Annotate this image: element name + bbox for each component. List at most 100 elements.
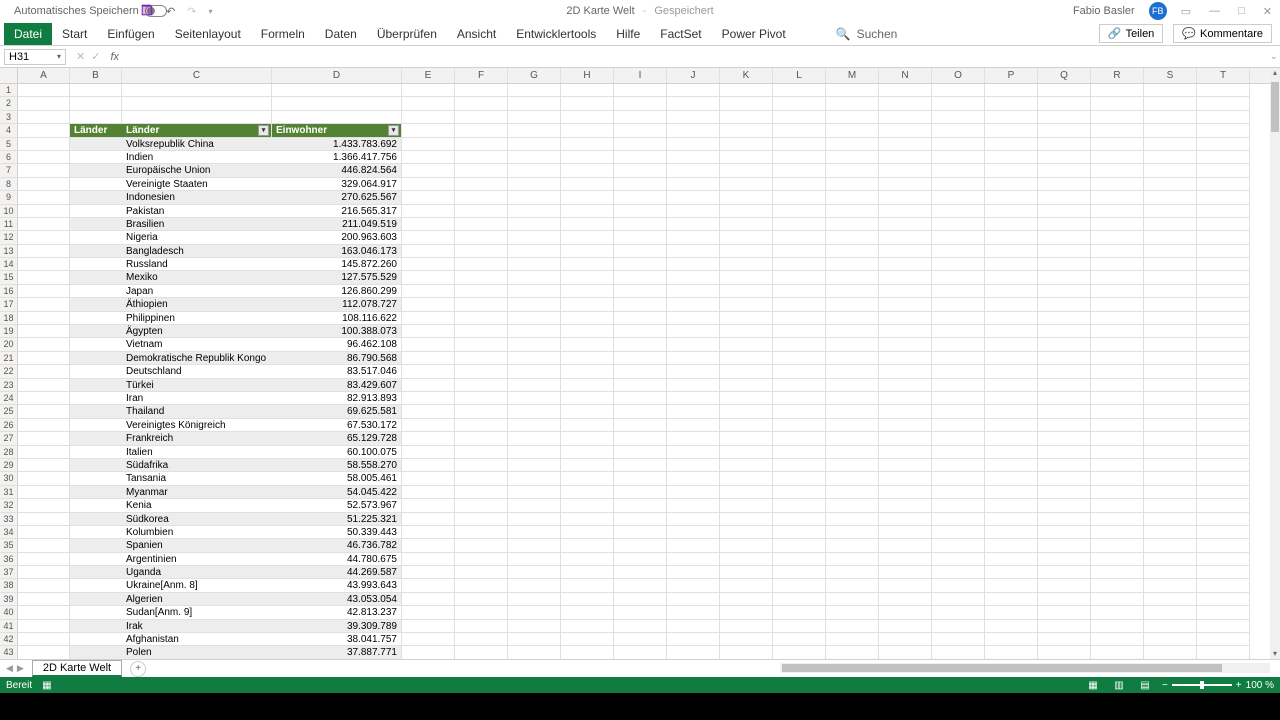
row-header[interactable]: 23 <box>0 379 18 392</box>
cell[interactable] <box>879 312 932 325</box>
cell[interactable] <box>561 84 614 97</box>
cell[interactable] <box>826 646 879 659</box>
col-header-A[interactable]: A <box>18 68 70 83</box>
cell[interactable] <box>18 593 70 606</box>
cell[interactable] <box>508 191 561 204</box>
cell[interactable] <box>1038 84 1091 97</box>
cell[interactable] <box>455 486 508 499</box>
view-normal-icon[interactable]: ▦ <box>1084 679 1102 691</box>
cell[interactable] <box>1144 285 1197 298</box>
cell[interactable] <box>1091 138 1144 151</box>
cell[interactable] <box>985 97 1038 110</box>
cell[interactable] <box>667 606 720 619</box>
cell[interactable] <box>1144 593 1197 606</box>
cell[interactable] <box>879 218 932 231</box>
cell[interactable] <box>508 379 561 392</box>
cell[interactable] <box>1144 191 1197 204</box>
cell[interactable] <box>1091 298 1144 311</box>
cell[interactable] <box>932 191 985 204</box>
cell[interactable] <box>879 325 932 338</box>
cell[interactable] <box>1197 593 1250 606</box>
cell[interactable] <box>402 191 455 204</box>
cell[interactable] <box>1091 312 1144 325</box>
cell[interactable] <box>720 325 773 338</box>
view-pagelayout-icon[interactable]: ▥ <box>1110 679 1128 691</box>
cell[interactable] <box>1144 338 1197 351</box>
row-header[interactable]: 1 <box>0 84 18 97</box>
cell[interactable] <box>402 325 455 338</box>
cell[interactable] <box>1197 526 1250 539</box>
cell[interactable] <box>879 365 932 378</box>
cell[interactable]: 60.100.075 <box>272 446 402 459</box>
cell[interactable] <box>879 526 932 539</box>
view-pagebreak-icon[interactable]: ▤ <box>1136 679 1154 691</box>
tab-start[interactable]: Start <box>52 23 97 45</box>
cell[interactable]: Vietnam <box>122 338 272 351</box>
cell[interactable] <box>561 205 614 218</box>
cell[interactable] <box>1144 633 1197 646</box>
cell[interactable] <box>985 205 1038 218</box>
cell[interactable] <box>70 379 122 392</box>
cell[interactable] <box>879 379 932 392</box>
cell[interactable] <box>826 325 879 338</box>
cell[interactable]: 86.790.568 <box>272 352 402 365</box>
cell[interactable] <box>1091 124 1144 137</box>
cell[interactable]: 127.575.529 <box>272 271 402 284</box>
cell[interactable] <box>773 392 826 405</box>
filter-icon[interactable]: ▾ <box>258 125 269 136</box>
cell[interactable] <box>402 271 455 284</box>
cell[interactable] <box>879 553 932 566</box>
cell[interactable] <box>826 298 879 311</box>
cell[interactable] <box>1197 553 1250 566</box>
cell[interactable] <box>985 432 1038 445</box>
cell[interactable] <box>773 379 826 392</box>
cell[interactable] <box>561 178 614 191</box>
add-sheet-button[interactable]: + <box>130 661 146 677</box>
cell[interactable] <box>508 205 561 218</box>
cell[interactable]: Äthiopien <box>122 298 272 311</box>
cell[interactable] <box>667 338 720 351</box>
cell[interactable] <box>1144 472 1197 485</box>
cell[interactable] <box>18 111 70 124</box>
cell[interactable] <box>614 432 667 445</box>
cell[interactable] <box>1197 285 1250 298</box>
cell[interactable]: 329.064.917 <box>272 178 402 191</box>
cell[interactable] <box>932 405 985 418</box>
row-header[interactable]: 10 <box>0 205 18 218</box>
cell[interactable] <box>1038 218 1091 231</box>
cell[interactable] <box>1197 124 1250 137</box>
cell[interactable] <box>985 392 1038 405</box>
row-header[interactable]: 36 <box>0 553 18 566</box>
row-header[interactable]: 38 <box>0 579 18 592</box>
cell[interactable] <box>1038 526 1091 539</box>
cell[interactable] <box>508 486 561 499</box>
scroll-up-icon[interactable]: ▴ <box>1270 68 1280 78</box>
cell[interactable] <box>1091 151 1144 164</box>
cell[interactable] <box>614 513 667 526</box>
cell[interactable] <box>1091 392 1144 405</box>
tab-seitenlayout[interactable]: Seitenlayout <box>165 23 251 45</box>
cell[interactable] <box>455 566 508 579</box>
cell[interactable]: Deutschland <box>122 365 272 378</box>
cell[interactable] <box>455 352 508 365</box>
cell[interactable] <box>1091 499 1144 512</box>
row-header[interactable]: 31 <box>0 486 18 499</box>
cell[interactable]: Kenia <box>122 499 272 512</box>
cell[interactable] <box>1091 84 1144 97</box>
cell[interactable] <box>455 526 508 539</box>
ribbon-options-icon[interactable]: ▭ <box>1181 5 1191 18</box>
cell[interactable] <box>70 258 122 271</box>
cell[interactable] <box>455 124 508 137</box>
cell[interactable] <box>1091 325 1144 338</box>
cell[interactable] <box>1091 164 1144 177</box>
cell[interactable] <box>932 325 985 338</box>
cell[interactable] <box>1197 111 1250 124</box>
cell[interactable] <box>667 97 720 110</box>
row-header[interactable]: 9 <box>0 191 18 204</box>
cell[interactable] <box>402 298 455 311</box>
cell[interactable] <box>614 218 667 231</box>
cell[interactable] <box>18 124 70 137</box>
cell[interactable] <box>720 338 773 351</box>
tab-daten[interactable]: Daten <box>315 23 367 45</box>
cell[interactable] <box>455 392 508 405</box>
